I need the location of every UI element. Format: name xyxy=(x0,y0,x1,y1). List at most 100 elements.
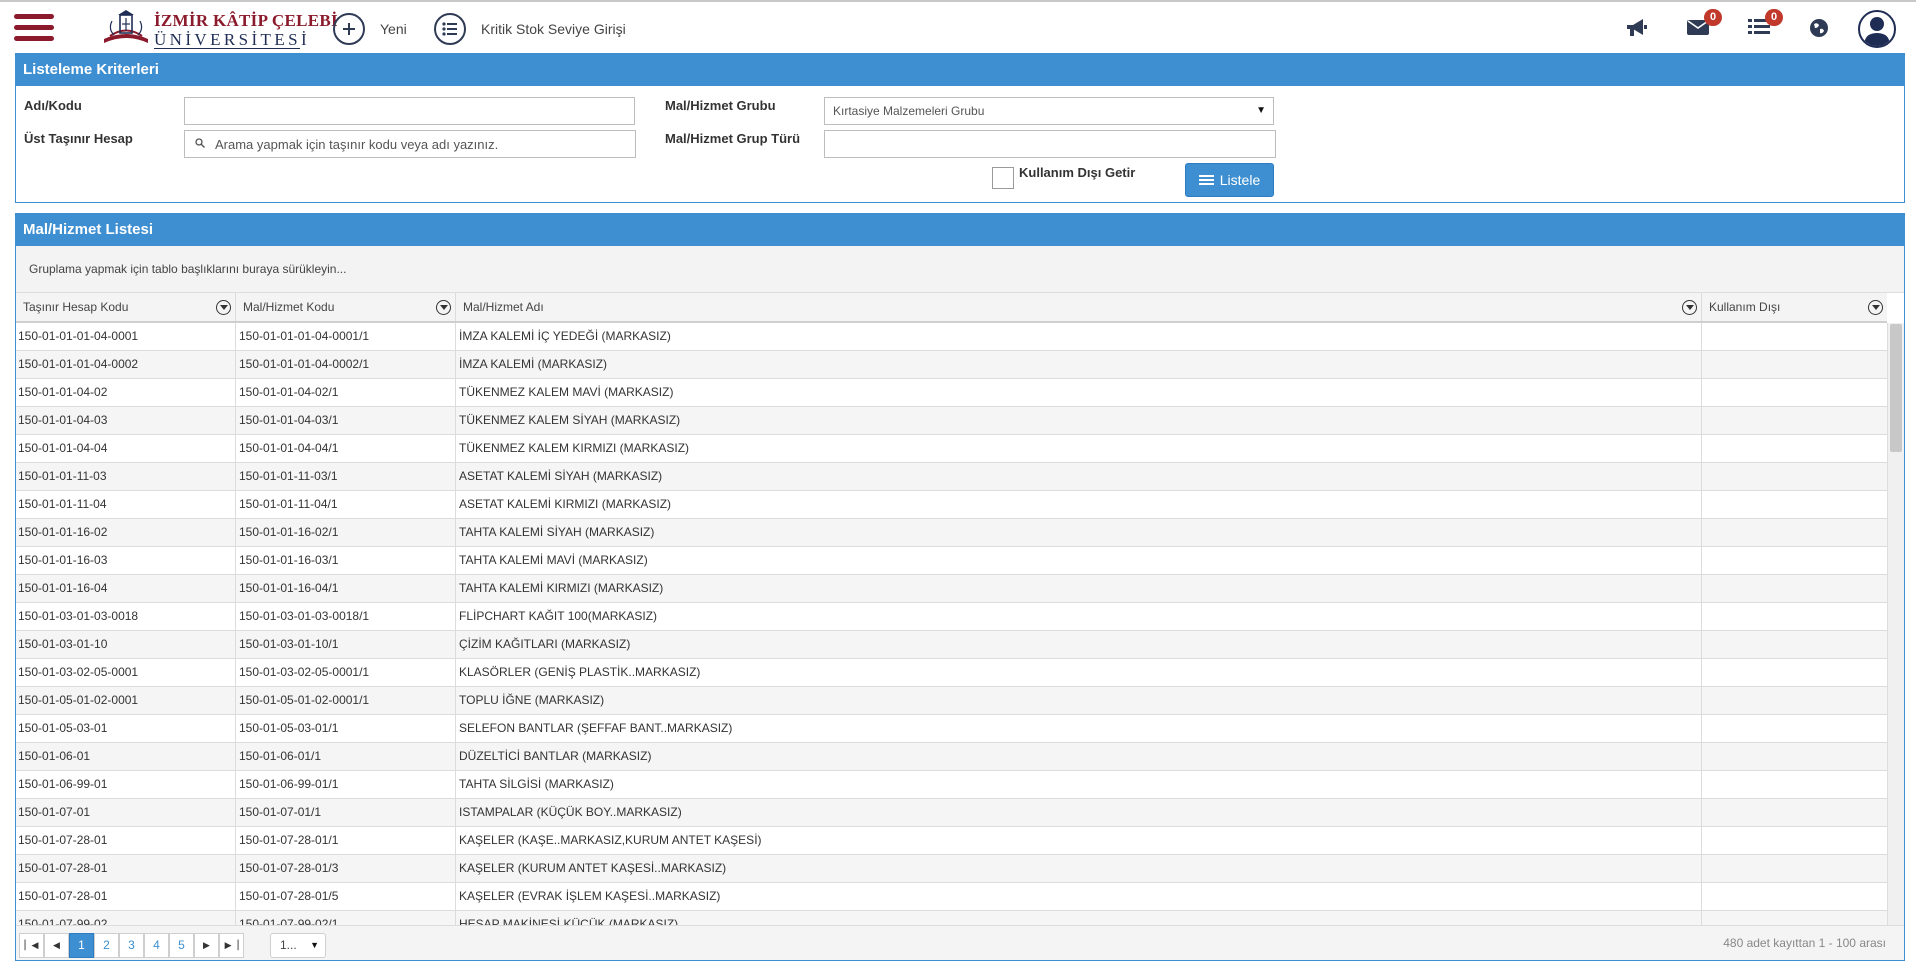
table-row[interactable]: 150-01-01-11-03 150-01-01-11-03/1 ASETAT K… xyxy=(16,463,1887,491)
chevron-down-icon: ▼ xyxy=(1256,105,1266,116)
user-avatar[interactable] xyxy=(1858,10,1896,48)
globe-icon[interactable] xyxy=(1808,17,1834,41)
envelope-icon[interactable]: 0 xyxy=(1686,9,1722,41)
row-account-code: 150-01-01-11-04 xyxy=(16,491,236,518)
row-item-name: DÜZELTİCİ BANTLAR (MARKASIZ) xyxy=(456,743,1702,770)
group-drop-area[interactable]: Gruplama yapmak için tablo başlıklarını … xyxy=(16,246,1904,293)
last-page-icon[interactable]: ▶▕ xyxy=(219,933,244,958)
group-type-input[interactable] xyxy=(824,130,1276,158)
row-account-code: 150-01-01-01-04-0001 xyxy=(16,323,236,350)
prev-page-icon[interactable]: ◀ xyxy=(44,933,69,958)
filter-icon[interactable] xyxy=(436,300,451,315)
inactive-checkbox[interactable] xyxy=(992,167,1014,189)
column-header-label: Kullanım Dışı xyxy=(1709,300,1781,314)
table-row[interactable]: 150-01-05-03-01 150-01-05-03-01/1 SELEFON … xyxy=(16,715,1887,743)
parent-account-label: Üst Taşınır Hesap xyxy=(24,131,133,146)
table-row[interactable]: 150-01-01-16-02 150-01-01-16-02/1 TAHTA KA… xyxy=(16,519,1887,547)
column-header[interactable]: Mal/Hizmet Adı xyxy=(456,293,1702,321)
menu-icon[interactable] xyxy=(14,14,54,44)
table-row[interactable]: 150-01-07-01 150-01-07-01/1 ISTAMPALAR (KÜ… xyxy=(16,799,1887,827)
table-row[interactable]: 150-01-01-16-04 150-01-01-16-04/1 TAHTA KA… xyxy=(16,575,1887,603)
row-item-code: 150-01-01-01-04-0001/1 xyxy=(236,323,456,350)
table-row[interactable]: 150-01-06-99-01 150-01-06-99-01/1 TAHTA Sİ… xyxy=(16,771,1887,799)
column-header[interactable]: Taşınır Hesap Kodu xyxy=(16,293,236,321)
row-item-code: 150-01-01-04-03/1 xyxy=(236,407,456,434)
row-account-code: 150-01-06-99-01 xyxy=(16,771,236,798)
row-account-code: 150-01-05-03-01 xyxy=(16,715,236,742)
row-item-name: FLİPCHART KAĞIT 100(MARKASIZ) xyxy=(456,603,1702,630)
row-item-name: TÜKENMEZ KALEM MAVİ (MARKASIZ) xyxy=(456,379,1702,406)
row-item-code: 150-01-03-01-10/1 xyxy=(236,631,456,658)
table-row[interactable]: 150-01-01-04-03 150-01-01-04-03/1 TÜKENMEZ… xyxy=(16,407,1887,435)
table-row[interactable]: 150-01-07-28-01 150-01-07-28-01/1 KAŞELER … xyxy=(16,827,1887,855)
page-link[interactable]: 3 xyxy=(119,933,144,958)
row-item-code: 150-01-03-01-03-0018/1 xyxy=(236,603,456,630)
row-item-name: HESAP MAKİNESİ KÜÇÜK (MARKASIZ) xyxy=(456,911,1702,925)
row-inactive xyxy=(1702,687,1887,714)
megaphone-icon[interactable] xyxy=(1625,17,1651,41)
row-inactive xyxy=(1702,407,1887,434)
table-row[interactable]: 150-01-03-01-03-0018 150-01-03-01-03-0018… xyxy=(16,603,1887,631)
name-input[interactable] xyxy=(184,97,635,125)
university-logo[interactable]: İZMİR KÂTİP ÇELEBİ ÜNİVERSİTESİ xyxy=(100,8,338,50)
filter-icon[interactable] xyxy=(1868,300,1883,315)
table-row[interactable]: 150-01-01-11-04 150-01-01-11-04/1 ASETAT K… xyxy=(16,491,1887,519)
filter-icon[interactable] xyxy=(216,300,231,315)
paging-info: 480 adet kayıttan 1 - 100 arası xyxy=(1723,936,1886,950)
row-item-name: ÇİZİM KAĞITLARI (MARKASIZ) xyxy=(456,631,1702,658)
row-inactive xyxy=(1702,463,1887,490)
table-row[interactable]: 150-01-07-28-01 150-01-07-28-01/3 KAŞELER … xyxy=(16,855,1887,883)
vertical-scrollbar[interactable] xyxy=(1887,323,1904,925)
row-inactive xyxy=(1702,883,1887,910)
critical-stock-button[interactable]: Kritik Stok Seviye Girişi xyxy=(434,12,626,46)
group-select[interactable]: Kırtasiye Malzemeleri Grubu ▼ xyxy=(824,97,1274,125)
row-inactive xyxy=(1702,491,1887,518)
row-item-code: 150-01-07-28-01/1 xyxy=(236,827,456,854)
column-header-label: Mal/Hizmet Adı xyxy=(463,300,544,314)
table-row[interactable]: 150-01-01-01-04-0001 150-01-01-01-04-0001… xyxy=(16,323,1887,351)
plus-icon xyxy=(333,13,365,45)
table-row[interactable]: 150-01-06-01 150-01-06-01/1 DÜZELTİCİ BANT… xyxy=(16,743,1887,771)
table-row[interactable]: 150-01-01-01-04-0002 150-01-01-01-04-0002… xyxy=(16,351,1887,379)
page-link[interactable]: 1 xyxy=(69,933,94,958)
scroll-thumb[interactable] xyxy=(1890,324,1902,452)
parent-account-placeholder: Arama yapmak için taşınır kodu veya adı … xyxy=(215,136,499,152)
search-icon xyxy=(185,137,215,151)
table-row[interactable]: 150-01-01-04-02 150-01-01-04-02/1 TÜKENMEZ… xyxy=(16,379,1887,407)
next-page-icon[interactable]: ▶ xyxy=(194,933,219,958)
first-page-icon[interactable]: ▏◀ xyxy=(19,933,44,958)
table-row[interactable]: 150-01-07-99-02 150-01-07-99-02/1 HESAP MA… xyxy=(16,911,1887,925)
table-row[interactable]: 150-01-03-02-05-0001 150-01-03-02-05-0001… xyxy=(16,659,1887,687)
group-label: Mal/Hizmet Grubu xyxy=(665,98,776,113)
table-row[interactable]: 150-01-01-16-03 150-01-01-16-03/1 TAHTA KA… xyxy=(16,547,1887,575)
row-item-name: KAŞELER (KURUM ANTET KAŞESİ..MARKASIZ) xyxy=(456,855,1702,882)
tasks-icon[interactable]: 0 xyxy=(1747,9,1783,41)
list-icon xyxy=(434,13,466,45)
page-size-select[interactable]: 1... ▼ xyxy=(270,933,326,958)
table-row[interactable]: 150-01-05-01-02-0001 150-01-05-01-02-0001… xyxy=(16,687,1887,715)
grid-header: Taşınır Hesap Kodu Mal/Hizmet Kodu Mal/H… xyxy=(16,293,1887,323)
page-link[interactable]: 5 xyxy=(169,933,194,958)
filter-icon[interactable] xyxy=(1682,300,1697,315)
row-item-name: SELEFON BANTLAR (ŞEFFAF BANT..MARKASIZ) xyxy=(456,715,1702,742)
row-account-code: 150-01-07-28-01 xyxy=(16,883,236,910)
column-header[interactable]: Kullanım Dışı xyxy=(1702,293,1887,321)
table-row[interactable]: 150-01-01-04-04 150-01-01-04-04/1 TÜKENMEZ… xyxy=(16,435,1887,463)
page-link[interactable]: 4 xyxy=(144,933,169,958)
new-button[interactable]: Yeni xyxy=(333,12,407,46)
row-item-name: ASETAT KALEMİ KIRMIZI (MARKASIZ) xyxy=(456,491,1702,518)
column-header[interactable]: Mal/Hizmet Kodu xyxy=(236,293,456,321)
table-row[interactable]: 150-01-07-28-01 150-01-07-28-01/5 KAŞELER … xyxy=(16,883,1887,911)
row-item-code: 150-01-01-16-02/1 xyxy=(236,519,456,546)
page-link[interactable]: 2 xyxy=(94,933,119,958)
row-account-code: 150-01-03-01-03-0018 xyxy=(16,603,236,630)
row-account-code: 150-01-07-99-02 xyxy=(16,911,236,925)
row-inactive xyxy=(1702,575,1887,602)
list-button-label: Listele xyxy=(1219,172,1261,188)
row-item-code: 150-01-06-01/1 xyxy=(236,743,456,770)
parent-account-search[interactable]: Arama yapmak için taşınır kodu veya adı … xyxy=(184,130,636,158)
row-item-name: İMZA KALEMİ İÇ YEDEĞİ (MARKASIZ) xyxy=(456,323,1702,350)
row-item-name: ASETAT KALEMİ SİYAH (MARKASIZ) xyxy=(456,463,1702,490)
list-button[interactable]: Listele xyxy=(1185,163,1274,197)
table-row[interactable]: 150-01-03-01-10 150-01-03-01-10/1 ÇİZİM KA… xyxy=(16,631,1887,659)
